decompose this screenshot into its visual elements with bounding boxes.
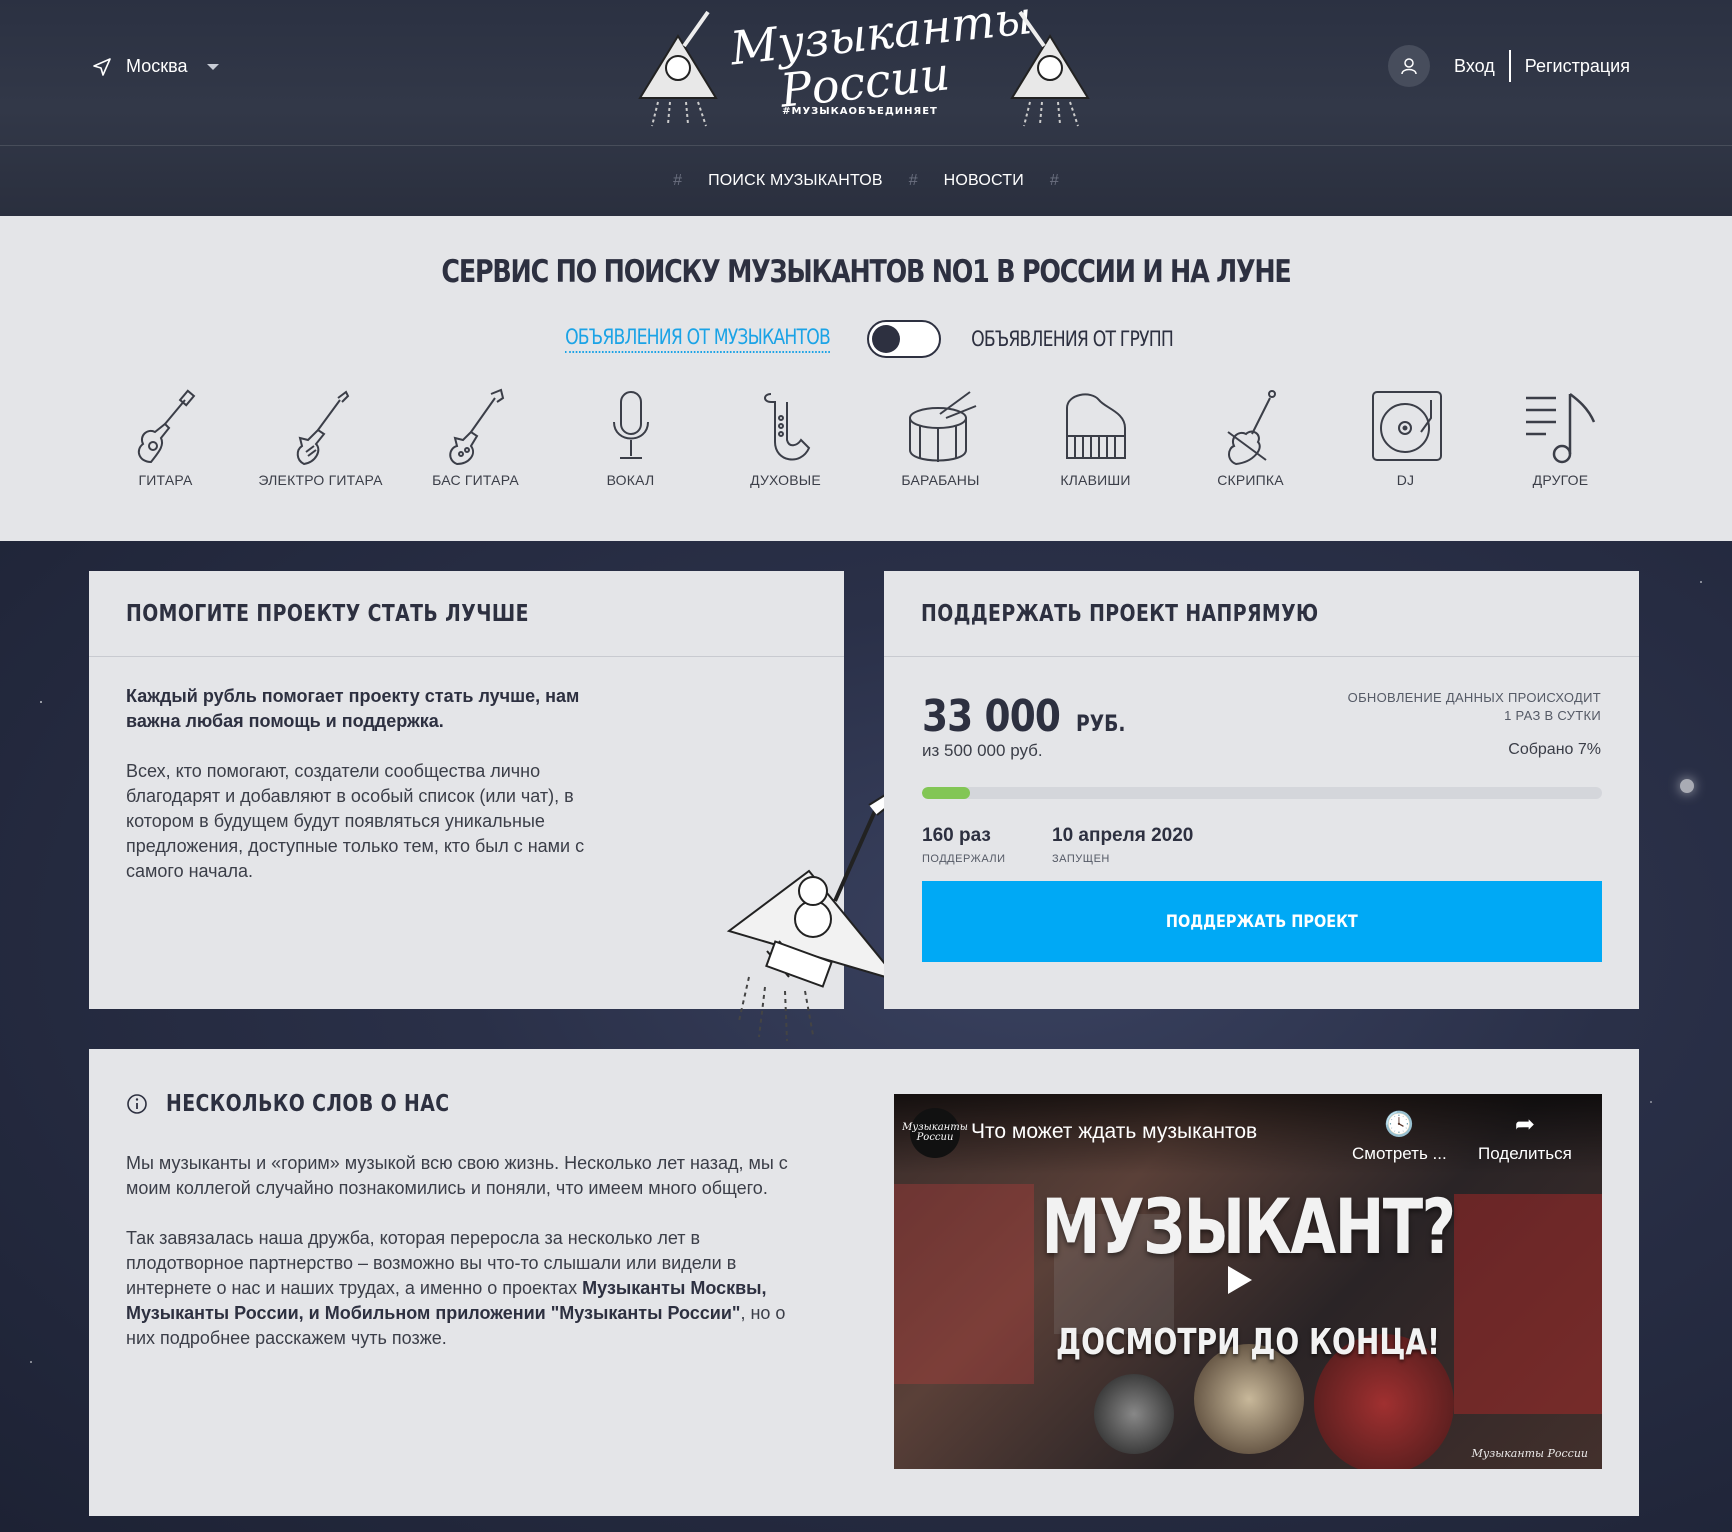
category-label: ЭЛЕКТРО ГИТАРА <box>258 472 383 488</box>
clock-icon: 🕓 <box>1384 1111 1415 1138</box>
category-electric-guitar[interactable]: ЭЛЕКТРО ГИТАРА <box>243 388 398 488</box>
city-name: Москва <box>126 56 188 76</box>
watch-later-button[interactable]: 🕓 Смотреть ... <box>1352 1112 1447 1164</box>
card-body: 33 000 РУБ. ОБНОВЛЕНИЕ ДАННЫХ ПРОИСХОДИТ… <box>884 657 1639 1007</box>
about-title: НЕСКОЛЬКО СЛОВ О НАС <box>126 1091 512 1117</box>
category-wind[interactable]: ДУХОВЫЕ <box>708 388 863 488</box>
about-text: Мы музыканты и «горим» музыкой всю свою … <box>126 1151 806 1351</box>
progress-bar <box>922 787 1602 799</box>
category-label: ДРУГОЕ <box>1532 472 1589 488</box>
category-dj[interactable]: DJ <box>1328 388 1483 488</box>
register-link[interactable]: Регистрация <box>1525 56 1630 77</box>
about-paragraph: Мы музыканты и «горим» музыкой всю свою … <box>126 1153 788 1198</box>
goal-amount: из 500 000 руб. <box>922 741 1043 760</box>
support-project-button[interactable]: ПОДДЕРЖАТЬ ПРОЕКТ <box>922 881 1602 962</box>
electric-guitar-icon <box>296 390 349 466</box>
site-logo[interactable]: Музыканты России #МУЗЫКАОБЪЕДИНЯЕТ <box>620 0 1100 132</box>
video-player[interactable]: Музыканты России Что может ждать музыкан… <box>894 1094 1602 1469</box>
user-icon[interactable] <box>1388 45 1431 87</box>
category-label: БАРАБАНЫ <box>901 472 980 488</box>
info-icon <box>127 1094 147 1114</box>
page-title: СЕРВИС ПО ПОИСКУ МУЗЫКАНТОВ NO1 В РОССИИ… <box>441 254 1291 290</box>
card-title: ПОМОГИТЕ ПРОЕКТУ СТАТЬ ЛУЧШЕ <box>89 571 844 657</box>
saxophone-icon <box>763 393 810 461</box>
nav-item-news[interactable]: НОВОСТИ <box>944 172 1024 190</box>
category-label: ГИТАРА <box>138 472 193 488</box>
update-note: ОБНОВЛЕНИЕ ДАННЫХ ПРОИСХОДИТ 1 РАЗ В СУТ… <box>1347 690 1601 723</box>
category-label: СКРИПКА <box>1217 472 1284 488</box>
video-title[interactable]: Что может ждать музыкантов <box>971 1120 1257 1144</box>
card-title: ПОДДЕРЖАТЬ ПРОЕКТ НАПРЯМУЮ <box>884 571 1639 657</box>
card-body: Каждый рубль помогает проекту стать лучш… <box>89 657 649 884</box>
violin-icon <box>1226 390 1276 466</box>
nav-item-search-musicians[interactable]: ПОИСК МУЗЫКАНТОВ <box>708 172 883 190</box>
piano-icon <box>1065 393 1126 459</box>
turntable-icon <box>1371 391 1442 461</box>
music-note-icon <box>1525 393 1595 464</box>
channel-logo[interactable]: Музыканты России <box>902 1108 968 1158</box>
toggle-knob <box>872 325 901 353</box>
divider <box>1508 50 1511 82</box>
share-button[interactable]: ➦ Поделиться <box>1478 1112 1572 1164</box>
supporters-stat: 160 раз ПОДДЕРЖАЛИ <box>922 825 1006 865</box>
video-subline: ДОСМОТРИ ДО КОНЦА! <box>1056 1322 1440 1363</box>
launch-date-stat: 10 апреля 2020 ЗАПУЩЕН <box>1052 825 1194 865</box>
category-vocal[interactable]: ВОКАЛ <box>553 388 708 488</box>
chevron-down-icon <box>207 63 220 70</box>
microphone-icon <box>612 391 649 459</box>
about-card: НЕСКОЛЬКО СЛОВ О НАС Мы музыканты и «гор… <box>89 1049 1639 1516</box>
about-paragraph: Так завязалась наша дружба, которая пере… <box>126 1228 786 1348</box>
hero-section: СЕРВИС ПО ПОИСКУ МУЗЫКАНТОВ NO1 В РОССИИ… <box>0 216 1732 541</box>
login-link[interactable]: Вход <box>1454 56 1495 77</box>
category-label: DJ <box>1396 472 1415 488</box>
location-arrow-icon <box>93 57 111 76</box>
rocket-balalaika-icon <box>638 10 718 127</box>
drum-icon <box>908 391 976 462</box>
category-label: ДУХОВЫЕ <box>750 472 821 488</box>
category-other[interactable]: ДРУГОЕ <box>1483 388 1638 488</box>
help-project-card: ПОМОГИТЕ ПРОЕКТУ СТАТЬ ЛУЧШЕ Каждый рубл… <box>89 571 902 1042</box>
category-label: ВОКАЛ <box>606 472 655 488</box>
play-icon[interactable] <box>1228 1266 1252 1294</box>
video-watermark: Музыканты России <box>1471 1447 1588 1460</box>
category-guitar[interactable]: ГИТАРА <box>88 388 243 488</box>
city-selector[interactable]: Москва <box>92 56 220 77</box>
nav-separator: # <box>1049 172 1059 189</box>
main-nav: # ПОИСК МУЗЫКАНТОВ # НОВОСТИ # <box>0 146 1732 216</box>
collected-amount: 33 000 РУБ. <box>922 691 1126 742</box>
help-lead: Каждый рубль помогает проекту стать лучш… <box>126 686 580 731</box>
video-headline: МУЗЫКАНТ? <box>1041 1182 1457 1271</box>
category-keys[interactable]: КЛАВИШИ <box>1018 388 1173 488</box>
acoustic-guitar-icon <box>137 389 195 464</box>
category-label: БАС ГИТАРА <box>432 472 519 488</box>
category-label: КЛАВИШИ <box>1060 472 1131 488</box>
support-project-card: ПОДДЕРЖАТЬ ПРОЕКТ НАПРЯМУЮ 33 000 РУБ. О… <box>884 571 1639 1009</box>
tab-musician-ads[interactable]: ОБЪЯВЛЕНИЯ ОТ МУЗЫКАНТОВ <box>565 325 831 353</box>
rocket-balalaika-icon <box>1010 10 1090 127</box>
nav-separator: # <box>673 172 683 189</box>
share-arrow-icon: ➦ <box>1514 1111 1535 1138</box>
tab-band-ads[interactable]: ОБЪЯВЛЕНИЯ ОТ ГРУПП <box>972 327 1175 351</box>
category-drums[interactable]: БАРАБАНЫ <box>863 388 1018 488</box>
instrument-categories: ГИТАРА ЭЛЕКТРО ГИТАРА БАС ГИТАРА ВОКАЛ Д… <box>88 388 1648 488</box>
progress-fill <box>922 787 970 799</box>
category-violin[interactable]: СКРИПКА <box>1173 388 1328 488</box>
site-header: Москва Музыканты России #МУЗЫКАОБЪЕДИНЯЕ… <box>0 0 1732 216</box>
listing-type-switch: ОБЪЯВЛЕНИЯ ОТ МУЗЫКАНТОВ ОБЪЯВЛЕНИЯ ОТ Г… <box>0 320 1732 358</box>
auth-links: Вход Регистрация <box>1388 45 1630 87</box>
logo-wordmark: Музыканты России #МУЗЫКАОБЪЕДИНЯЕТ <box>727 0 1035 118</box>
help-text: Всех, кто помогают, создатели сообщества… <box>126 761 585 881</box>
collected-percent: Собрано 7% <box>1508 741 1601 758</box>
listing-toggle[interactable] <box>867 320 942 358</box>
category-bass-guitar[interactable]: БАС ГИТАРА <box>398 388 553 488</box>
bass-guitar-icon <box>448 388 504 466</box>
nav-separator: # <box>908 172 918 189</box>
